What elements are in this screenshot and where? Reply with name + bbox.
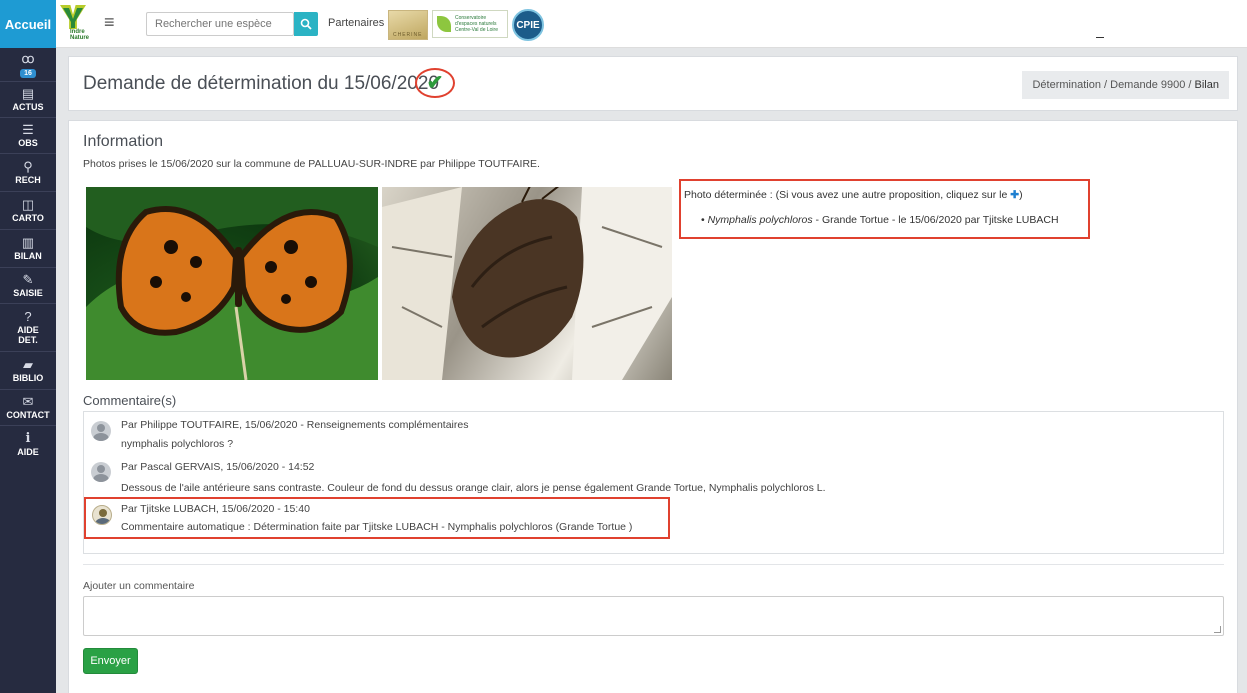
comment-header: Par Tjitske LUBACH, 15/06/2020 - 15:40 bbox=[121, 503, 310, 515]
add-comment-label: Ajouter un commentaire bbox=[83, 580, 195, 592]
determination-item: • Nymphalis polychloros - Grande Tortue … bbox=[701, 214, 1059, 226]
avatar bbox=[91, 462, 111, 482]
butterfly-photo-2-image bbox=[382, 187, 672, 380]
species-search-input[interactable] bbox=[146, 12, 294, 36]
envelope-icon: ✉ bbox=[22, 394, 34, 409]
partner-logo-cpie[interactable]: CPIE bbox=[512, 9, 544, 41]
list-icon: ☰ bbox=[22, 122, 34, 137]
species-name: Nymphalis polychloros bbox=[707, 214, 813, 226]
document-icon: ▤ bbox=[21, 86, 35, 101]
sidebar-item-contact[interactable]: ✉ CONTACT bbox=[0, 390, 56, 426]
info-icon: i bbox=[25, 430, 31, 446]
bar-chart-icon: ▥ bbox=[21, 235, 35, 250]
comments-title: Commentaire(s) bbox=[83, 393, 177, 408]
sidebar-item-saisie[interactable]: ✎ SAISIE bbox=[0, 268, 56, 304]
comment-body: nymphalis polychloros ? bbox=[121, 438, 234, 450]
divider bbox=[1096, 37, 1104, 38]
edit-icon: ✎ bbox=[22, 272, 34, 287]
book-icon: ▰ bbox=[23, 357, 33, 372]
binoculars-icon: ꝏ bbox=[21, 50, 35, 66]
search-icon bbox=[300, 18, 312, 30]
sidebar-item-aide-det[interactable]: ? AIDE DET. bbox=[0, 304, 56, 352]
comment-header: Par Pascal GERVAIS, 15/06/2020 - 14:52 bbox=[121, 461, 315, 473]
sidebar-item-aide[interactable]: i AIDE bbox=[0, 426, 56, 462]
comments-list: Par Philippe TOUTFAIRE, 15/06/2020 - Ren… bbox=[83, 411, 1224, 554]
determination-box: Photo déterminée : (Si vous avez une aut… bbox=[679, 179, 1090, 239]
plus-icon[interactable]: ✚ bbox=[1010, 189, 1019, 201]
title-panel: Demande de détermination du 15/06/2020 ✔… bbox=[68, 56, 1238, 111]
partner-logo-cherine[interactable]: CHERINE bbox=[388, 10, 428, 40]
leaf-icon bbox=[437, 16, 451, 32]
validated-marker: ✔ bbox=[415, 68, 455, 98]
top-bar: Accueil IndreNature ≡ Partenaires CHERIN… bbox=[0, 0, 1247, 48]
sidebar-item-obs[interactable]: ☰ OBS bbox=[0, 118, 56, 154]
send-button[interactable]: Envoyer bbox=[83, 648, 138, 674]
checkmark-icon: ✔ bbox=[426, 72, 444, 94]
indre-nature-logo[interactable]: Indre Nature bbox=[60, 5, 90, 43]
sidebar-item-bilan[interactable]: ▥ BILAN bbox=[0, 230, 56, 268]
partners-label: Partenaires bbox=[328, 17, 385, 29]
divider bbox=[83, 564, 1224, 565]
sidebar-item-observations-count[interactable]: ꝏ 16 bbox=[0, 48, 56, 82]
menu-icon[interactable]: ≡ bbox=[104, 12, 115, 33]
comment-header: Par Philippe TOUTFAIRE, 15/06/2020 - Ren… bbox=[121, 419, 469, 431]
breadcrumb-item-demande[interactable]: Demande 9900 bbox=[1110, 79, 1185, 91]
count-badge: 16 bbox=[20, 68, 36, 78]
comment-body: Dessous de l'aile antérieure sans contra… bbox=[121, 482, 826, 494]
sidebar-item-biblio[interactable]: ▰ BIBLIO bbox=[0, 352, 56, 390]
sidebar-item-actus[interactable]: ▤ ACTUS bbox=[0, 82, 56, 118]
question-icon: ? bbox=[24, 309, 32, 324]
determination-header: Photo déterminée : (Si vous avez une aut… bbox=[684, 189, 1023, 201]
comment-textarea[interactable] bbox=[83, 596, 1224, 636]
butterfly-photo-1-image bbox=[86, 187, 378, 380]
sidebar: ꝏ 16 ▤ ACTUS ☰ OBS ⚲ RECH ◫ CARTO ▥ BILA… bbox=[0, 48, 56, 693]
breadcrumb-item-determination[interactable]: Détermination bbox=[1032, 79, 1100, 91]
comment-body: Commentaire automatique : Détermination … bbox=[121, 521, 633, 533]
avatar bbox=[91, 421, 111, 441]
highlighted-comment-box: Par Tjitske LUBACH, 15/06/2020 - 15:40 C… bbox=[84, 497, 670, 539]
main-panel: Information Photos prises le 15/06/2020 … bbox=[68, 120, 1238, 693]
breadcrumb: Détermination / Demande 9900 / Bilan bbox=[1022, 71, 1229, 99]
logo-text: Indre Nature bbox=[70, 29, 90, 41]
partner-logo-cen[interactable]: Conservatoire d'espaces naturels Centre-Va… bbox=[432, 10, 508, 38]
home-link[interactable]: Accueil bbox=[0, 0, 56, 48]
breadcrumb-item-bilan: Bilan bbox=[1194, 79, 1219, 91]
information-text: Photos prises le 15/06/2020 sur la commu… bbox=[83, 158, 540, 170]
information-title: Information bbox=[83, 133, 164, 150]
map-icon: ◫ bbox=[21, 197, 35, 212]
butterfly-photo-1[interactable] bbox=[86, 187, 378, 380]
sidebar-item-rech[interactable]: ⚲ RECH bbox=[0, 154, 56, 192]
search-button[interactable] bbox=[294, 12, 318, 36]
avatar bbox=[92, 505, 112, 525]
search-icon: ⚲ bbox=[23, 159, 33, 174]
page-title: Demande de détermination du 15/06/2020 bbox=[83, 73, 439, 94]
butterfly-photo-2[interactable] bbox=[382, 187, 672, 380]
sidebar-item-carto[interactable]: ◫ CARTO bbox=[0, 192, 56, 230]
